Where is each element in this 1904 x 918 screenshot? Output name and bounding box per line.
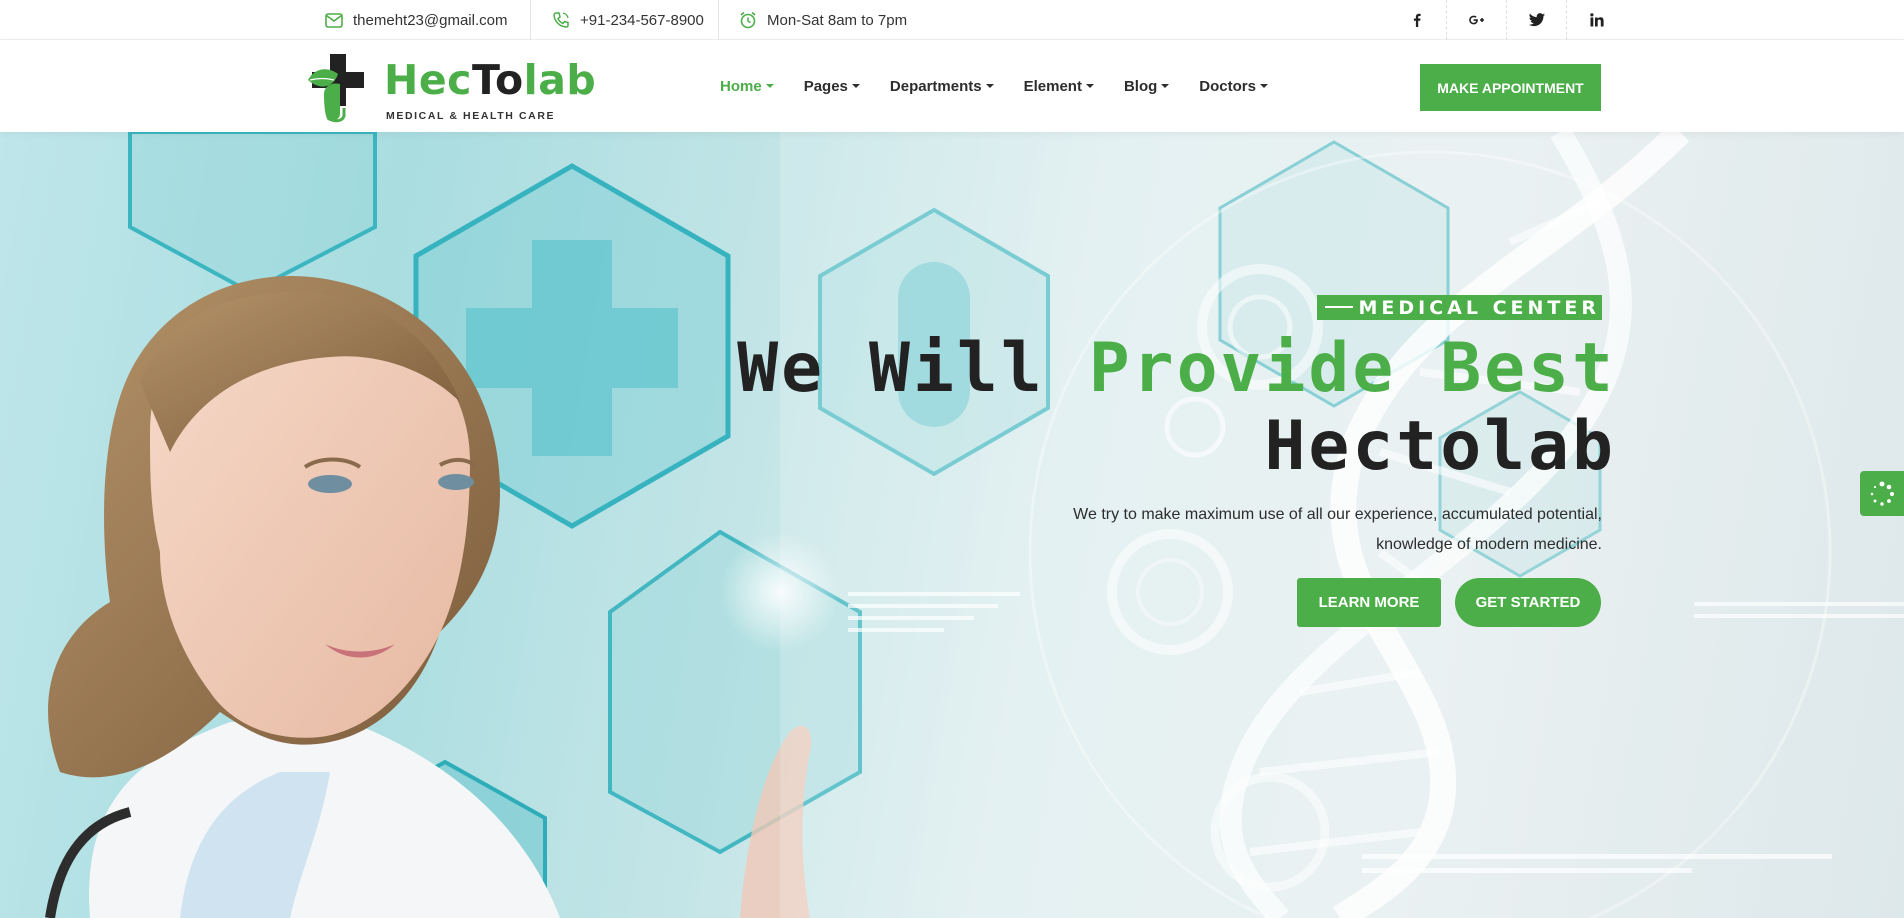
- hero-headline: We Will Provide Best Hectolab: [737, 330, 1616, 486]
- nav-blog[interactable]: Blog: [1123, 77, 1170, 95]
- linkedin-link[interactable]: [1567, 0, 1627, 40]
- hero-background-image: [45, 132, 1904, 918]
- logo-name-part: Hec: [384, 56, 472, 104]
- divider: [530, 0, 531, 40]
- nav-label: Departments: [889, 77, 982, 95]
- google-plus-link[interactable]: [1447, 0, 1507, 40]
- top-bar: themeht23@gmail.com +91-234-567-8900 Mon…: [0, 0, 1904, 40]
- headline-green: Provide Best: [1088, 329, 1616, 408]
- caret-down-icon: [1259, 84, 1268, 88]
- linkedin-icon: [1590, 13, 1604, 27]
- settings-widget[interactable]: [1860, 471, 1904, 516]
- learn-more-button[interactable]: LEARN MORE: [1297, 578, 1441, 627]
- phone-icon: [553, 12, 569, 28]
- nav-label: Element: [1023, 77, 1082, 95]
- email-info[interactable]: themeht23@gmail.com: [324, 0, 507, 40]
- main-nav: Home Pages Departments Element Blog Doct…: [720, 40, 1298, 132]
- twitter-icon: [1528, 13, 1545, 27]
- logo-tagline: MEDICAL & HEALTH CARE: [386, 110, 556, 122]
- google-plus-icon: [1468, 15, 1484, 25]
- phone-text: +91-234-567-8900: [580, 11, 704, 29]
- hours-info: Mon-Sat 8am to 7pm: [738, 0, 907, 40]
- main-header: HecTolab MEDICAL & HEALTH CARE Home Page…: [0, 40, 1904, 132]
- nav-label: Doctors: [1199, 77, 1256, 95]
- nav-home[interactable]: Home: [720, 78, 774, 95]
- social-links: [1387, 0, 1627, 40]
- facebook-icon: [1413, 13, 1421, 27]
- nav-departments[interactable]: Departments: [890, 78, 994, 95]
- hours-text: Mon-Sat 8am to 7pm: [767, 11, 908, 29]
- nav-label: Blog: [1123, 77, 1158, 95]
- logo-name: HecTolab: [384, 56, 596, 104]
- hero-banner: [0, 132, 1904, 918]
- logo-name-part: lab: [523, 56, 597, 104]
- nav-pages[interactable]: Pages: [804, 78, 860, 95]
- hero-eyebrow: MEDICAL CENTER: [1316, 295, 1602, 320]
- hero-description: We try to make maximum use of all our ex…: [1073, 506, 1602, 553]
- nav-label: Home: [720, 77, 762, 95]
- headline-dark: We Will: [737, 329, 1089, 408]
- facebook-link[interactable]: [1387, 0, 1447, 40]
- headline-line-2: Hectolab: [1264, 407, 1616, 486]
- caret-down-icon: [1161, 84, 1170, 88]
- caret-down-icon: [985, 84, 994, 88]
- cross-leaf-logo-icon: [308, 54, 364, 123]
- nav-label: Pages: [803, 77, 848, 95]
- spinner-gear-icon: [1870, 481, 1895, 506]
- email-text: themeht23@gmail.com: [353, 11, 508, 29]
- eyebrow-text: MEDICAL CENTER: [1358, 296, 1600, 319]
- caret-down-icon: [851, 84, 860, 88]
- get-started-button[interactable]: GET STARTED: [1455, 578, 1601, 627]
- headline-line-1: We Will Provide Best: [737, 330, 1616, 408]
- caret-down-icon: [1085, 84, 1094, 88]
- alarm-clock-icon: [740, 11, 756, 29]
- make-appointment-button[interactable]: MAKE APPOINTMENT: [1420, 64, 1601, 111]
- nav-element[interactable]: Element: [1024, 78, 1094, 95]
- twitter-link[interactable]: [1507, 0, 1567, 40]
- nav-doctors[interactable]: Doctors: [1199, 78, 1268, 95]
- email-icon: [325, 13, 343, 28]
- caret-down-icon: [765, 84, 774, 88]
- site-logo[interactable]: HecTolab MEDICAL & HEALTH CARE: [304, 50, 596, 124]
- divider: [718, 0, 719, 40]
- phone-info[interactable]: +91-234-567-8900: [551, 0, 704, 40]
- eyebrow-dash: [1324, 306, 1353, 308]
- logo-name-part: To: [471, 56, 524, 104]
